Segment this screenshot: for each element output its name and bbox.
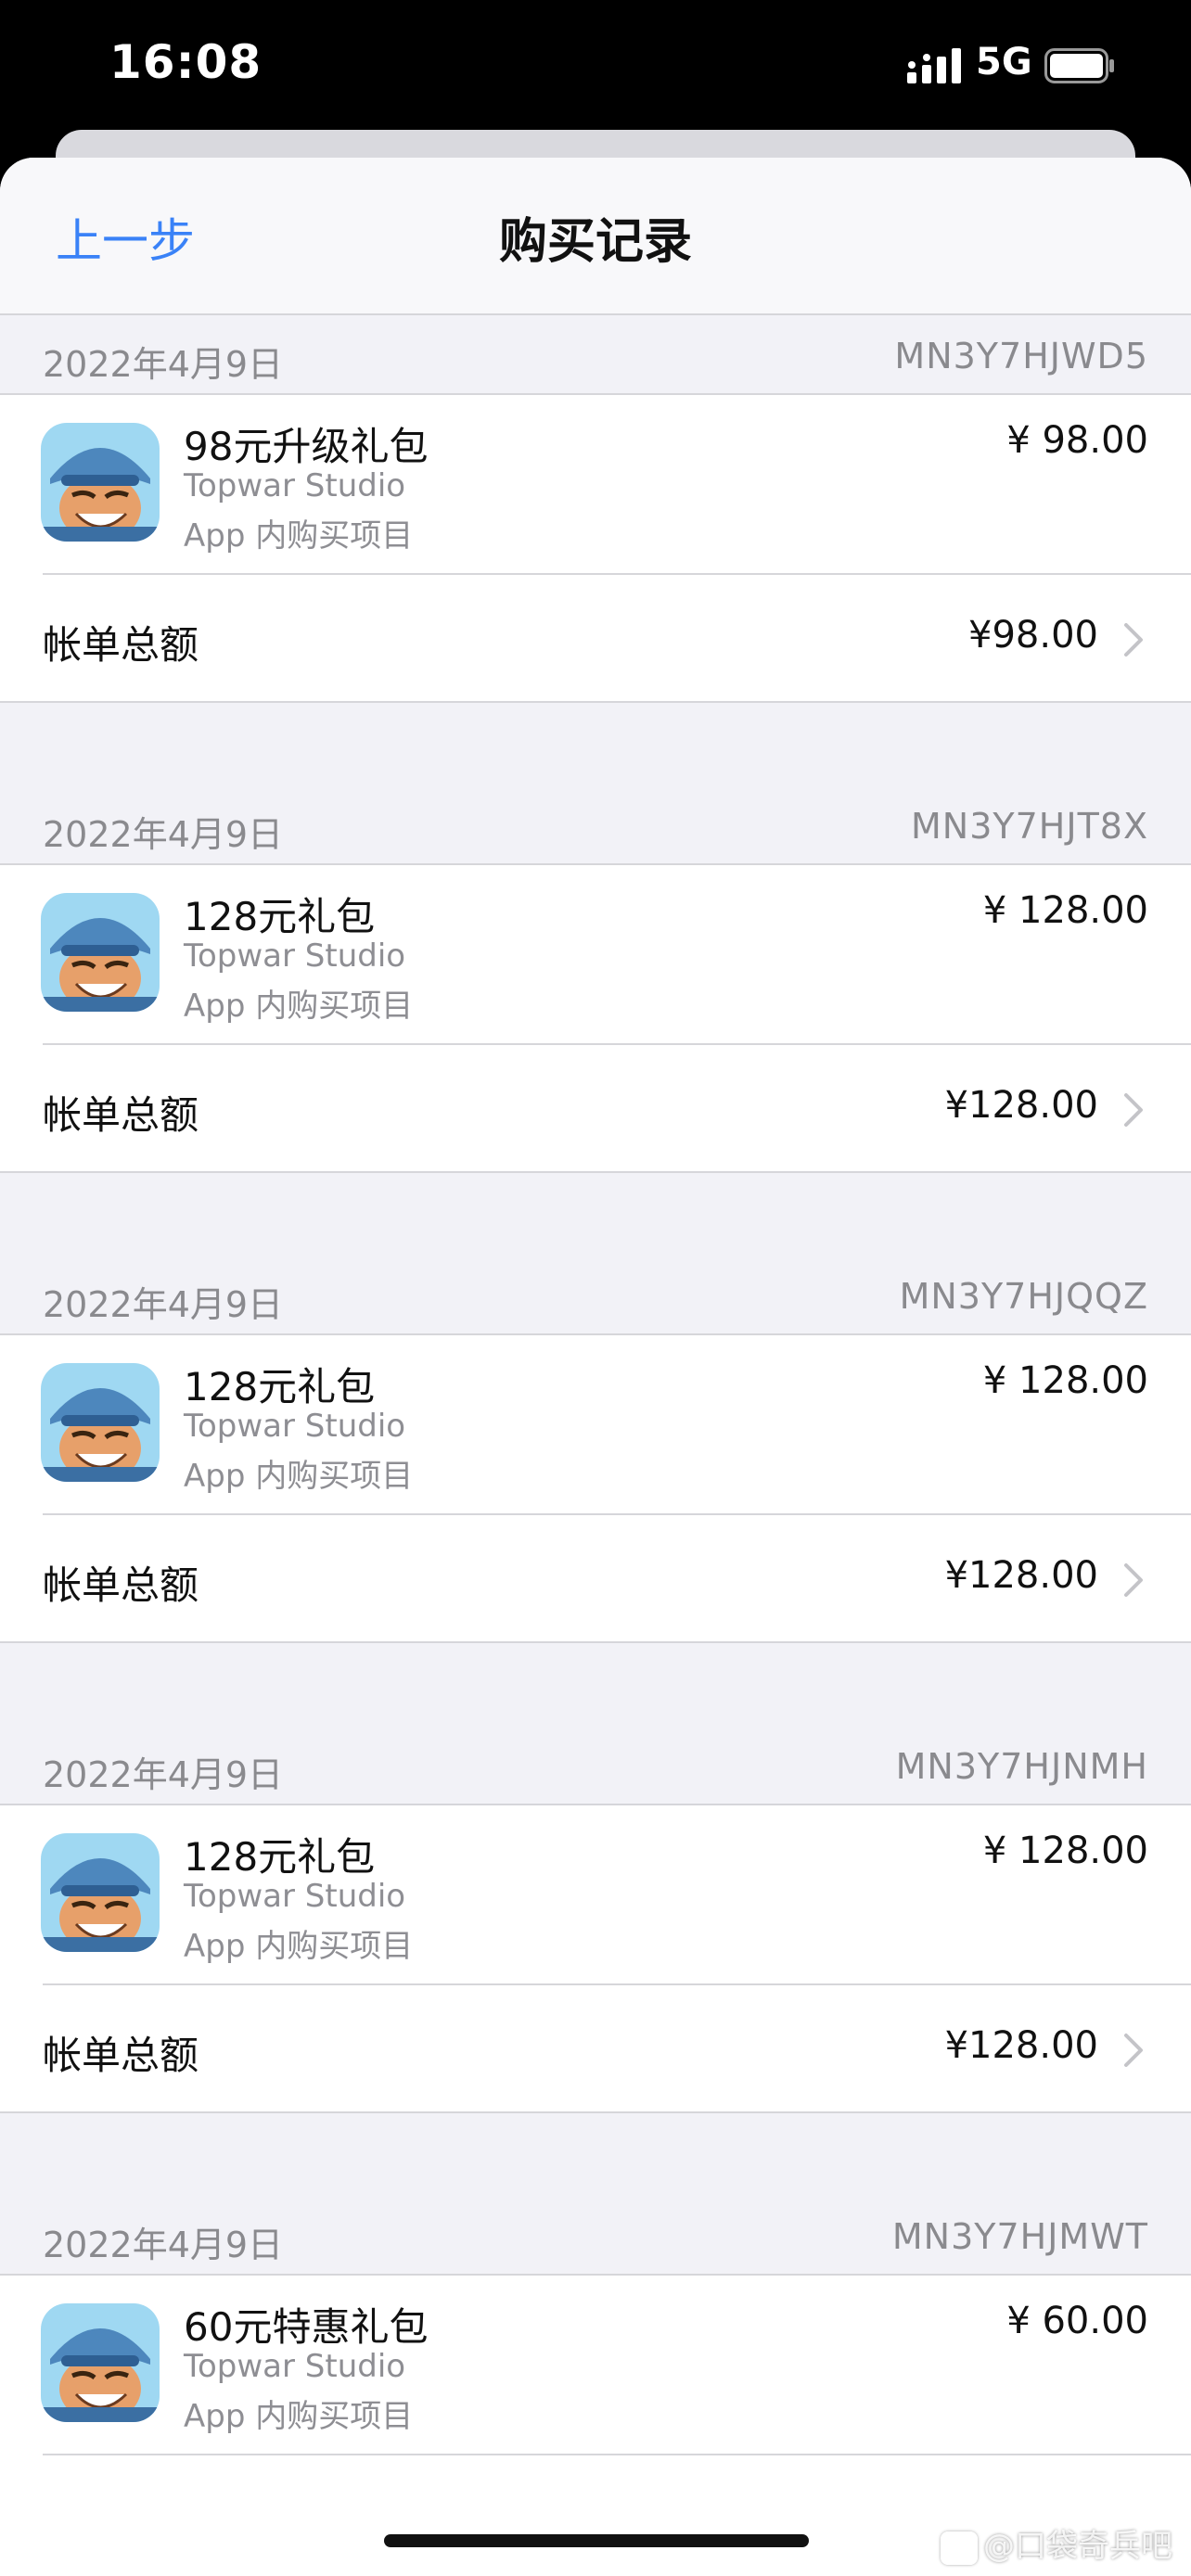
purchase-item-row[interactable]: 128元礼包 Topwar Studio App 内购买项目 ¥ 128.00 bbox=[0, 865, 1191, 1045]
purchase-date: 2022年4月9日 bbox=[43, 344, 284, 385]
network-label: 5G bbox=[976, 41, 1032, 83]
developer-name: Topwar Studio bbox=[184, 467, 406, 504]
bill-total-amount: ¥128.00 bbox=[944, 1554, 1098, 1597]
chevron-right-icon bbox=[1124, 1093, 1143, 1127]
bill-total-row[interactable]: 帐单总额 ¥98.00 bbox=[0, 575, 1191, 703]
order-id: MN3Y7HJQQZ bbox=[899, 1276, 1148, 1317]
purchase-type: App 内购买项目 bbox=[184, 1458, 414, 1495]
order-id: MN3Y7HJWD5 bbox=[894, 336, 1148, 376]
purchase-type: App 内购买项目 bbox=[184, 1928, 414, 1965]
section-header: 2022年4月9日 MN3Y7HJQQZ bbox=[0, 1256, 1191, 1335]
status-bar: 16:08 5G bbox=[0, 0, 1191, 130]
topwar-app-icon bbox=[41, 423, 160, 542]
order-id: MN3Y7HJMWT bbox=[891, 2216, 1148, 2257]
purchase-date: 2022年4月9日 bbox=[43, 2225, 284, 2265]
purchase-type: App 内购买项目 bbox=[184, 988, 414, 1025]
purchase-item-row[interactable]: 128元礼包 Topwar Studio App 内购买项目 ¥ 128.00 bbox=[0, 1335, 1191, 1515]
purchase-type: App 内购买项目 bbox=[184, 517, 414, 555]
watermark: @口袋奇兵吧 bbox=[941, 2520, 1172, 2566]
navigation-bar: 上一步 购买记录 bbox=[0, 158, 1191, 315]
item-price: ¥ 128.00 bbox=[982, 1359, 1148, 1402]
topwar-app-icon bbox=[41, 893, 160, 1012]
section-header: 2022年4月9日 MN3Y7HJMWT bbox=[0, 2196, 1191, 2276]
developer-name: Topwar Studio bbox=[184, 2348, 406, 2385]
bill-total-row[interactable]: 帐单总额 ¥128.00 bbox=[0, 1985, 1191, 2113]
item-price: ¥ 128.00 bbox=[982, 1830, 1148, 1872]
topwar-app-icon bbox=[41, 1363, 160, 1482]
bill-total-label: 帐单总额 bbox=[43, 1562, 199, 1608]
bill-total-label: 帐单总额 bbox=[43, 622, 199, 668]
watermark-text: @口袋奇兵吧 bbox=[983, 2528, 1172, 2565]
item-name: 128元礼包 bbox=[184, 1834, 376, 1880]
section-header: 2022年4月9日 MN3Y7HJT8X bbox=[0, 785, 1191, 865]
topwar-app-icon bbox=[41, 1833, 160, 1952]
item-name: 128元礼包 bbox=[184, 894, 376, 939]
purchase-item-row[interactable]: 98元升级礼包 Topwar Studio App 内购买项目 ¥ 98.00 bbox=[0, 395, 1191, 575]
status-time: 16:08 bbox=[109, 35, 263, 89]
developer-name: Topwar Studio bbox=[184, 937, 406, 975]
item-price: ¥ 128.00 bbox=[982, 889, 1148, 932]
bill-total-label: 帐单总额 bbox=[43, 2033, 199, 2078]
battery-icon bbox=[1044, 48, 1114, 83]
section-header: 2022年4月9日 MN3Y7HJNMH bbox=[0, 1726, 1191, 1805]
home-indicator[interactable] bbox=[384, 2534, 809, 2547]
purchase-type: App 内购买项目 bbox=[184, 2398, 414, 2435]
bill-total-label: 帐单总额 bbox=[43, 1092, 199, 1138]
bill-total-amount: ¥98.00 bbox=[968, 614, 1098, 657]
bill-total-amount: ¥128.00 bbox=[944, 1084, 1098, 1127]
item-price: ¥ 60.00 bbox=[1006, 2300, 1148, 2342]
bill-total-row[interactable]: 帐单总额 ¥128.00 bbox=[0, 1045, 1191, 1173]
purchase-history-sheet: 上一步 购买记录 2022年4月9日 MN3Y7HJWD5 98元升级礼包 To… bbox=[0, 158, 1191, 2576]
developer-name: Topwar Studio bbox=[184, 1878, 406, 1915]
item-name: 128元礼包 bbox=[184, 1364, 376, 1409]
purchase-date: 2022年4月9日 bbox=[43, 814, 284, 855]
item-price: ¥ 98.00 bbox=[1006, 419, 1148, 462]
chevron-right-icon bbox=[1124, 1563, 1143, 1597]
developer-name: Topwar Studio bbox=[184, 1408, 406, 1445]
chevron-right-icon bbox=[1124, 623, 1143, 657]
item-name: 98元升级礼包 bbox=[184, 424, 429, 469]
page-title: 购买记录 bbox=[498, 214, 692, 270]
section-header: 2022年4月9日 MN3Y7HJWD5 bbox=[0, 315, 1191, 395]
order-id: MN3Y7HJNMH bbox=[895, 1746, 1148, 1787]
bill-total-row[interactable]: 帐单总额 ¥128.00 bbox=[0, 1515, 1191, 1643]
purchase-date: 2022年4月9日 bbox=[43, 1754, 284, 1795]
weibo-logo-icon bbox=[941, 2531, 978, 2565]
purchase-item-row[interactable]: 60元特惠礼包 Topwar Studio App 内购买项目 ¥ 60.00 bbox=[0, 2276, 1191, 2455]
purchase-item-row[interactable]: 128元礼包 Topwar Studio App 内购买项目 ¥ 128.00 bbox=[0, 1805, 1191, 1985]
item-name: 60元特惠礼包 bbox=[184, 2304, 429, 2350]
chevron-right-icon bbox=[1124, 2034, 1143, 2067]
purchase-date: 2022年4月9日 bbox=[43, 1284, 284, 1325]
topwar-app-icon bbox=[41, 2303, 160, 2422]
signal-bars-icon bbox=[907, 48, 961, 83]
order-id: MN3Y7HJT8X bbox=[911, 806, 1148, 847]
bill-total-amount: ¥128.00 bbox=[944, 2024, 1098, 2067]
